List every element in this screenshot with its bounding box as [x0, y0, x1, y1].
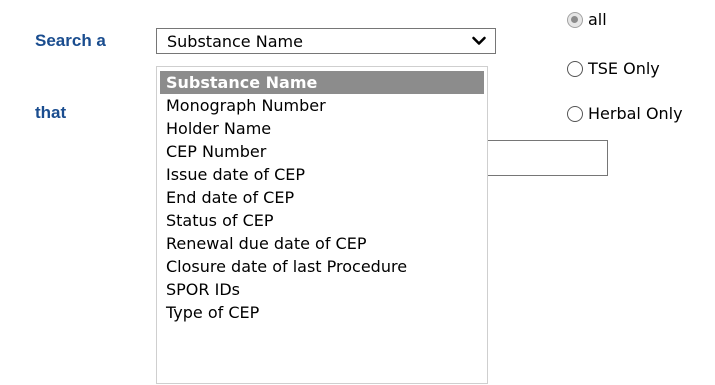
- option-status[interactable]: Status of CEP: [160, 209, 484, 232]
- dropdown-list: Substance Name Monograph Number Holder N…: [156, 66, 488, 384]
- option-closure-date[interactable]: Closure date of last Procedure: [160, 255, 484, 278]
- radio-tse-only-button[interactable]: [567, 60, 583, 77]
- radio-tse-only[interactable]: TSE Only: [567, 59, 660, 78]
- option-holder-name[interactable]: Holder Name: [160, 117, 484, 140]
- option-spor-ids[interactable]: SPOR IDs: [160, 278, 484, 301]
- radio-all-button[interactable]: [567, 11, 583, 28]
- option-issue-date[interactable]: Issue date of CEP: [160, 163, 484, 186]
- radio-tse-only-label: TSE Only: [588, 59, 660, 78]
- radio-herbal-only-button[interactable]: [567, 105, 583, 122]
- that-label: that: [35, 103, 67, 122]
- option-cep-number[interactable]: CEP Number: [160, 140, 484, 163]
- radio-herbal-only-label: Herbal Only: [588, 104, 683, 123]
- select-value: Substance Name: [167, 32, 303, 51]
- option-renewal-due-date[interactable]: Renewal due date of CEP: [160, 232, 484, 255]
- option-substance-name[interactable]: Substance Name: [160, 71, 484, 94]
- option-monograph-number[interactable]: Monograph Number: [160, 94, 484, 117]
- search-label: Search a: [35, 31, 106, 50]
- chevron-down-icon: [472, 36, 486, 45]
- option-type-of-cep[interactable]: Type of CEP: [160, 301, 484, 324]
- search-input[interactable]: [480, 140, 608, 176]
- search-field-select[interactable]: Substance Name: [156, 28, 496, 54]
- radio-herbal-only[interactable]: Herbal Only: [567, 104, 683, 123]
- radio-all-label: all: [588, 10, 607, 29]
- option-end-date[interactable]: End date of CEP: [160, 186, 484, 209]
- radio-all[interactable]: all: [567, 10, 607, 29]
